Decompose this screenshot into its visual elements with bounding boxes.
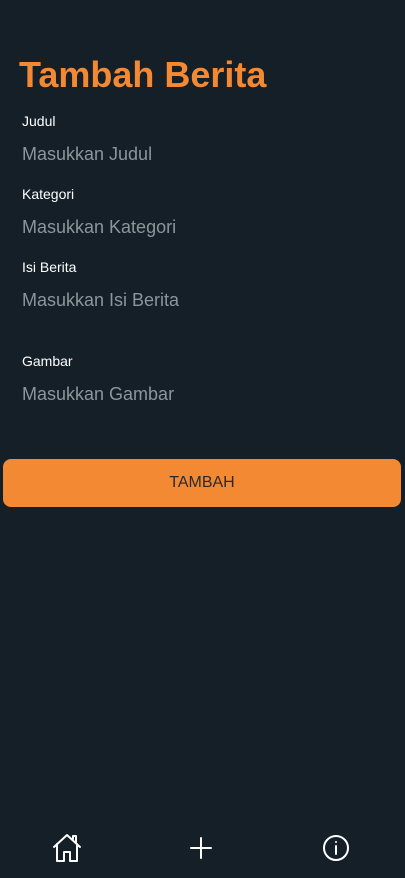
home-icon xyxy=(51,832,83,864)
nav-add[interactable] xyxy=(181,828,221,868)
page-title: Tambah Berita xyxy=(19,54,267,95)
bottom-nav xyxy=(0,818,405,878)
info-icon xyxy=(322,834,350,862)
isi-berita-label: Isi Berita xyxy=(22,259,77,275)
kategori-input[interactable] xyxy=(18,213,396,241)
isi-berita-input[interactable] xyxy=(18,286,396,314)
tambah-button[interactable]: TAMBAH xyxy=(3,459,401,507)
plus-icon xyxy=(189,836,213,860)
nav-info[interactable] xyxy=(316,828,356,868)
judul-input[interactable] xyxy=(18,140,396,168)
judul-label: Judul xyxy=(22,113,56,129)
nav-home[interactable] xyxy=(47,828,87,868)
gambar-label: Gambar xyxy=(22,353,73,369)
gambar-input[interactable] xyxy=(18,380,396,408)
add-news-screen: Tambah Berita Judul Kategori Isi Berita … xyxy=(0,0,405,878)
kategori-label: Kategori xyxy=(22,186,75,202)
